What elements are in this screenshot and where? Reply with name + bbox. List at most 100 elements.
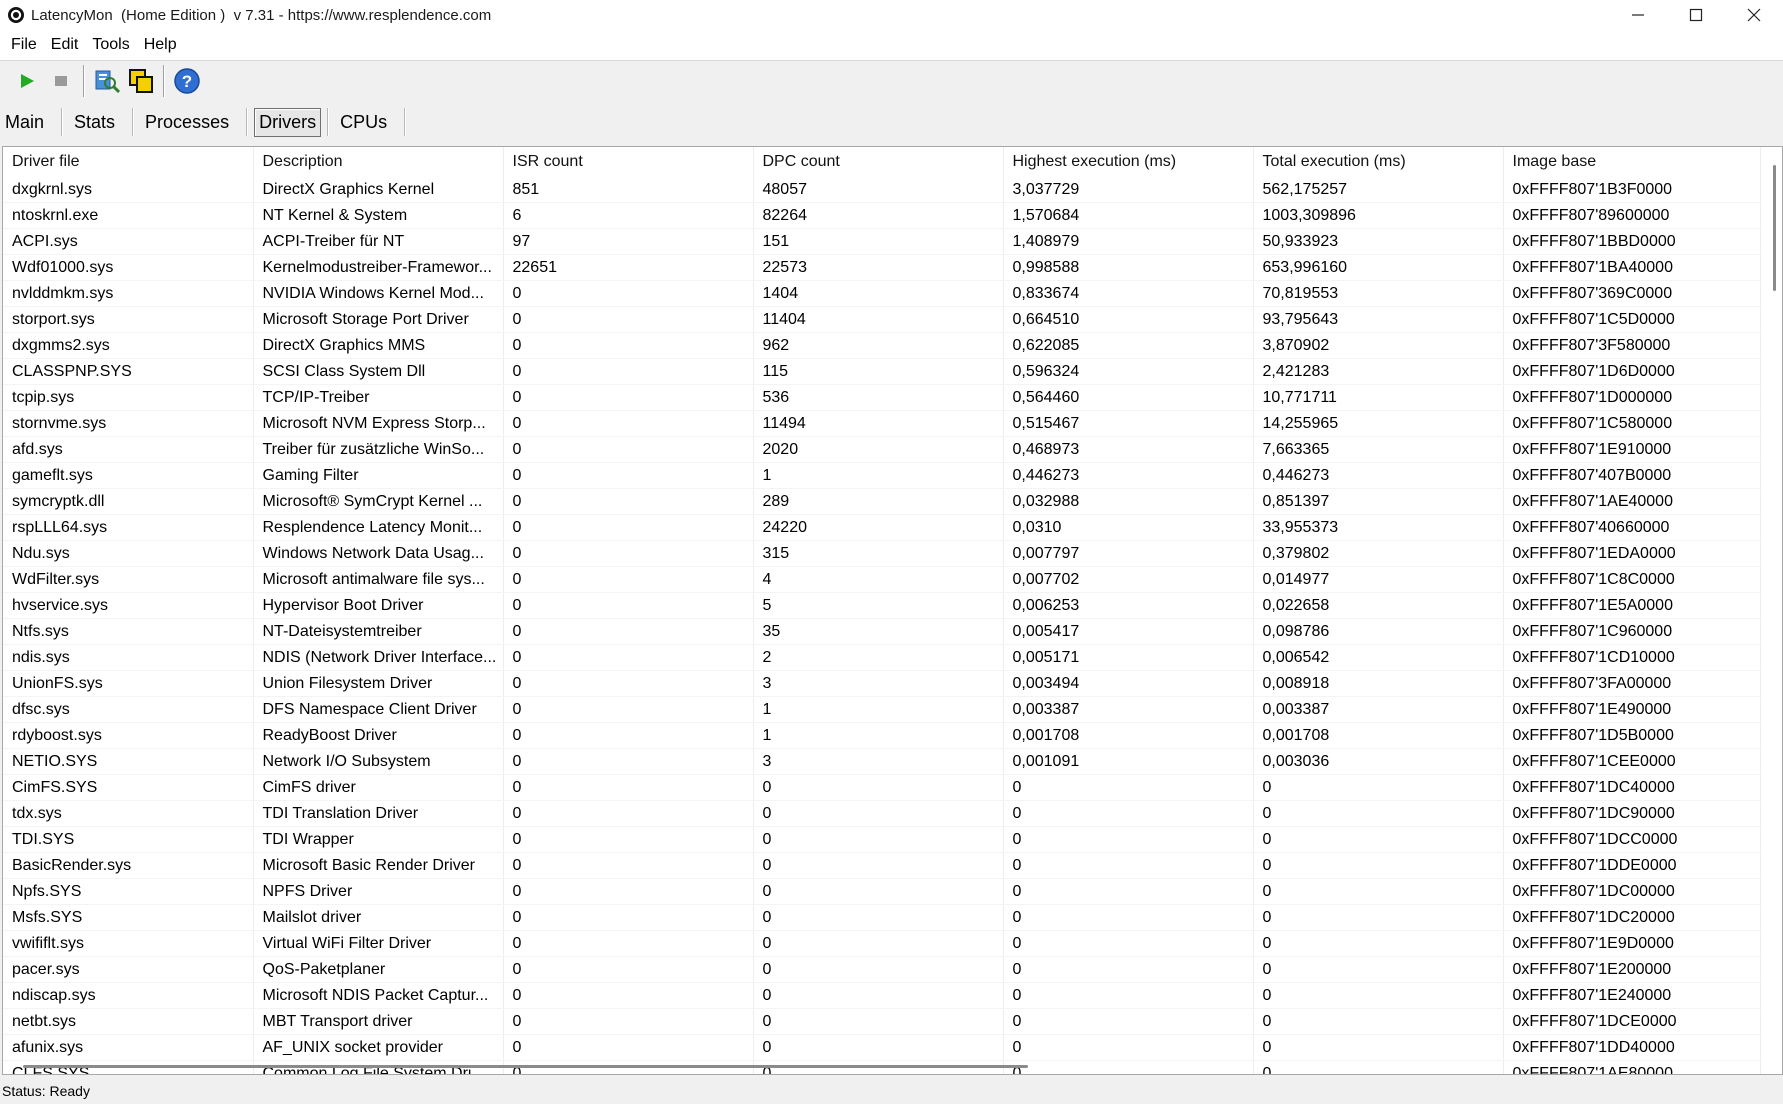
dpc-count-cell: 1404 — [753, 280, 1004, 307]
table-row[interactable]: rspLLL64.sys Resplendence Latency Monit..… — [3, 514, 1761, 541]
column-header-driver-file[interactable]: Driver file — [3, 147, 254, 177]
total-execution-cell: 2,421283 — [1253, 358, 1504, 385]
isr-count-cell: 0 — [503, 982, 754, 1009]
stop-button[interactable] — [44, 64, 78, 98]
image-base-cell: 0xFFFF807'1DCE0000 — [1503, 1008, 1761, 1035]
total-execution-cell: 0 — [1253, 800, 1504, 827]
table-row[interactable]: TDI.SYS TDI Wrapper 0 0 0 0 0xFFFF807'1DCC0000 — [3, 826, 1761, 853]
table-row[interactable]: dxgmms2.sys DirectX Graphics MMS 0 962 0,622… — [3, 332, 1761, 359]
table-row[interactable]: nvlddmkm.sys NVIDIA Windows Kernel Mod...… — [3, 280, 1761, 307]
menu-help[interactable]: Help — [144, 36, 177, 54]
highest-execution-cell: 0 — [1003, 1008, 1254, 1035]
description-cell: MBT Transport driver — [253, 1008, 504, 1035]
tab-cpus[interactable]: CPUs — [335, 108, 392, 137]
dpc-count-cell: 962 — [753, 332, 1004, 359]
table-row[interactable]: dfsc.sys DFS Namespace Client Driver 0 1 0,0… — [3, 696, 1761, 723]
table-row[interactable]: storport.sys Microsoft Storage Port Drive… — [3, 306, 1761, 333]
isr-count-cell: 0 — [503, 774, 754, 801]
table-row[interactable]: afd.sys Treiber für zusätzliche WinSo... 0… — [3, 436, 1761, 463]
driver-file-cell: WdFilter.sys — [3, 566, 254, 593]
close-button[interactable] — [1725, 0, 1783, 30]
isr-count-cell: 0 — [503, 644, 754, 671]
copy-windows-button[interactable] — [124, 64, 158, 98]
table-row[interactable]: BasicRender.sys Microsoft Basic Render Dr… — [3, 852, 1761, 879]
table-row[interactable]: pacer.sys QoS-Paketplaner 0 0 0 0 0xFFFF807'1E… — [3, 956, 1761, 983]
driver-file-cell: nvlddmkm.sys — [3, 280, 254, 307]
table-row[interactable]: dxgkrnl.sys DirectX Graphics Kernel 851 480… — [3, 177, 1761, 203]
tab-drivers[interactable]: Drivers — [254, 107, 322, 137]
dpc-count-cell: 0 — [753, 852, 1004, 879]
table-row[interactable]: ACPI.sys ACPI-Treiber für NT 97 151 1,408979… — [3, 228, 1761, 255]
table-row[interactable]: CimFS.SYS CimFS driver 0 0 0 0 0xFFFF807'1DC40… — [3, 774, 1761, 801]
table-row[interactable]: ndis.sys NDIS (Network Driver Interface..… — [3, 644, 1761, 671]
highest-execution-cell: 0 — [1003, 930, 1254, 957]
toolbar-separator — [163, 65, 165, 97]
table-row[interactable]: stornvme.sys Microsoft NVM Express Storp.… — [3, 410, 1761, 437]
help-button[interactable]: ? — [170, 64, 204, 98]
dpc-count-cell: 82264 — [753, 202, 1004, 229]
column-header-image-base[interactable]: Image base — [1503, 147, 1761, 177]
table-row[interactable]: tcpip.sys TCP/IP-Treiber 0 536 0,564460 10,77… — [3, 384, 1761, 411]
table-row[interactable]: hvservice.sys Hypervisor Boot Driver 0 5 0,0… — [3, 592, 1761, 619]
column-header-description[interactable]: Description — [253, 147, 504, 177]
image-base-cell: 0xFFFF807'89600000 — [1503, 202, 1761, 229]
total-execution-cell: 0 — [1253, 1060, 1504, 1074]
table-row[interactable]: CLASSPNP.SYS SCSI Class System Dll 0 115 0,5… — [3, 358, 1761, 385]
table-row[interactable]: afunix.sys AF_UNIX socket provider 0 0 0 0 0xF… — [3, 1034, 1761, 1061]
table-row[interactable]: symcryptk.dll Microsoft® SymCrypt Kernel … — [3, 488, 1761, 515]
total-execution-cell: 0 — [1253, 1034, 1504, 1061]
table-row[interactable]: ntoskrnl.exe NT Kernel & System 6 82264 1,57… — [3, 202, 1761, 229]
table-row[interactable]: rdyboost.sys ReadyBoost Driver 0 1 0,001708 0… — [3, 722, 1761, 749]
column-header-dpc-count[interactable]: DPC count — [753, 147, 1004, 177]
table-row[interactable]: ndiscap.sys Microsoft NDIS Packet Captur.… — [3, 982, 1761, 1009]
image-base-cell: 0xFFFF807'1C580000 — [1503, 410, 1761, 437]
table-row[interactable]: Ntfs.sys NT-Dateisystemtreiber 0 35 0,005417… — [3, 618, 1761, 645]
table-row[interactable]: tdx.sys TDI Translation Driver 0 0 0 0 0xFFFF8… — [3, 800, 1761, 827]
isr-count-cell: 0 — [503, 1008, 754, 1035]
isr-count-cell: 851 — [503, 177, 754, 203]
table-row[interactable]: Ndu.sys Windows Network Data Usag... 0 315 0… — [3, 540, 1761, 567]
isr-count-cell: 0 — [503, 852, 754, 879]
driver-file-cell: ACPI.sys — [3, 228, 254, 255]
menu-edit[interactable]: Edit — [51, 36, 79, 54]
highest-execution-cell: 0,564460 — [1003, 384, 1254, 411]
total-execution-cell: 0 — [1253, 852, 1504, 879]
menu-tools[interactable]: Tools — [92, 36, 129, 54]
table-row[interactable]: WdFilter.sys Microsoft antimalware file s… — [3, 566, 1761, 593]
table-row[interactable]: vwififlt.sys Virtual WiFi Filter Driver 0 0… — [3, 930, 1761, 957]
table-row[interactable]: UnionFS.sys Union Filesystem Driver 0 3 0,00… — [3, 670, 1761, 697]
table-row[interactable]: NETIO.SYS Network I/O Subsystem 0 3 0,001091… — [3, 748, 1761, 775]
table-row[interactable]: Wdf01000.sys Kernelmodustreiber-Framewor.… — [3, 254, 1761, 281]
start-button[interactable] — [10, 64, 44, 98]
column-header-highest-execution[interactable]: Highest execution (ms) — [1003, 147, 1254, 177]
total-execution-cell: 653,996160 — [1253, 254, 1504, 281]
maximize-button[interactable] — [1667, 0, 1725, 30]
vertical-scrollbar[interactable] — [1773, 165, 1776, 291]
dpc-count-cell: 1 — [753, 696, 1004, 723]
dpc-count-cell: 3 — [753, 670, 1004, 697]
tab-processes[interactable]: Processes — [140, 108, 234, 137]
table-row[interactable]: Npfs.SYS NPFS Driver 0 0 0 0 0xFFFF807'1DC0000… — [3, 878, 1761, 905]
isr-count-cell: 0 — [503, 1034, 754, 1061]
column-header-total-execution[interactable]: Total execution (ms) — [1253, 147, 1504, 177]
image-base-cell: 0xFFFF807'1BBD0000 — [1503, 228, 1761, 255]
total-execution-cell: 0,003036 — [1253, 748, 1504, 775]
menu-file[interactable]: File — [11, 36, 37, 54]
total-execution-cell: 562,175257 — [1253, 177, 1504, 203]
driver-file-cell: symcryptk.dll — [3, 488, 254, 515]
table-row[interactable]: netbt.sys MBT Transport driver 0 0 0 0 0xFFFF8… — [3, 1008, 1761, 1035]
horizontal-scrollbar[interactable] — [23, 1065, 1028, 1068]
window-controls — [1609, 0, 1783, 30]
table-row[interactable]: Msfs.SYS Mailslot driver 0 0 0 0 0xFFFF807'1DC… — [3, 904, 1761, 931]
driver-search-button[interactable] — [90, 64, 124, 98]
minimize-button[interactable] — [1609, 0, 1667, 30]
tab-main[interactable]: Main — [0, 108, 49, 137]
table-row[interactable]: gameflt.sys Gaming Filter 0 1 0,446273 0,4462… — [3, 462, 1761, 489]
highest-execution-cell: 0,007702 — [1003, 566, 1254, 593]
dpc-count-cell: 35 — [753, 618, 1004, 645]
tab-stats[interactable]: Stats — [69, 108, 120, 137]
column-header-isr-count[interactable]: ISR count — [503, 147, 754, 177]
description-cell: TDI Wrapper — [253, 826, 504, 853]
highest-execution-cell: 1,570684 — [1003, 202, 1254, 229]
isr-count-cell: 97 — [503, 228, 754, 255]
